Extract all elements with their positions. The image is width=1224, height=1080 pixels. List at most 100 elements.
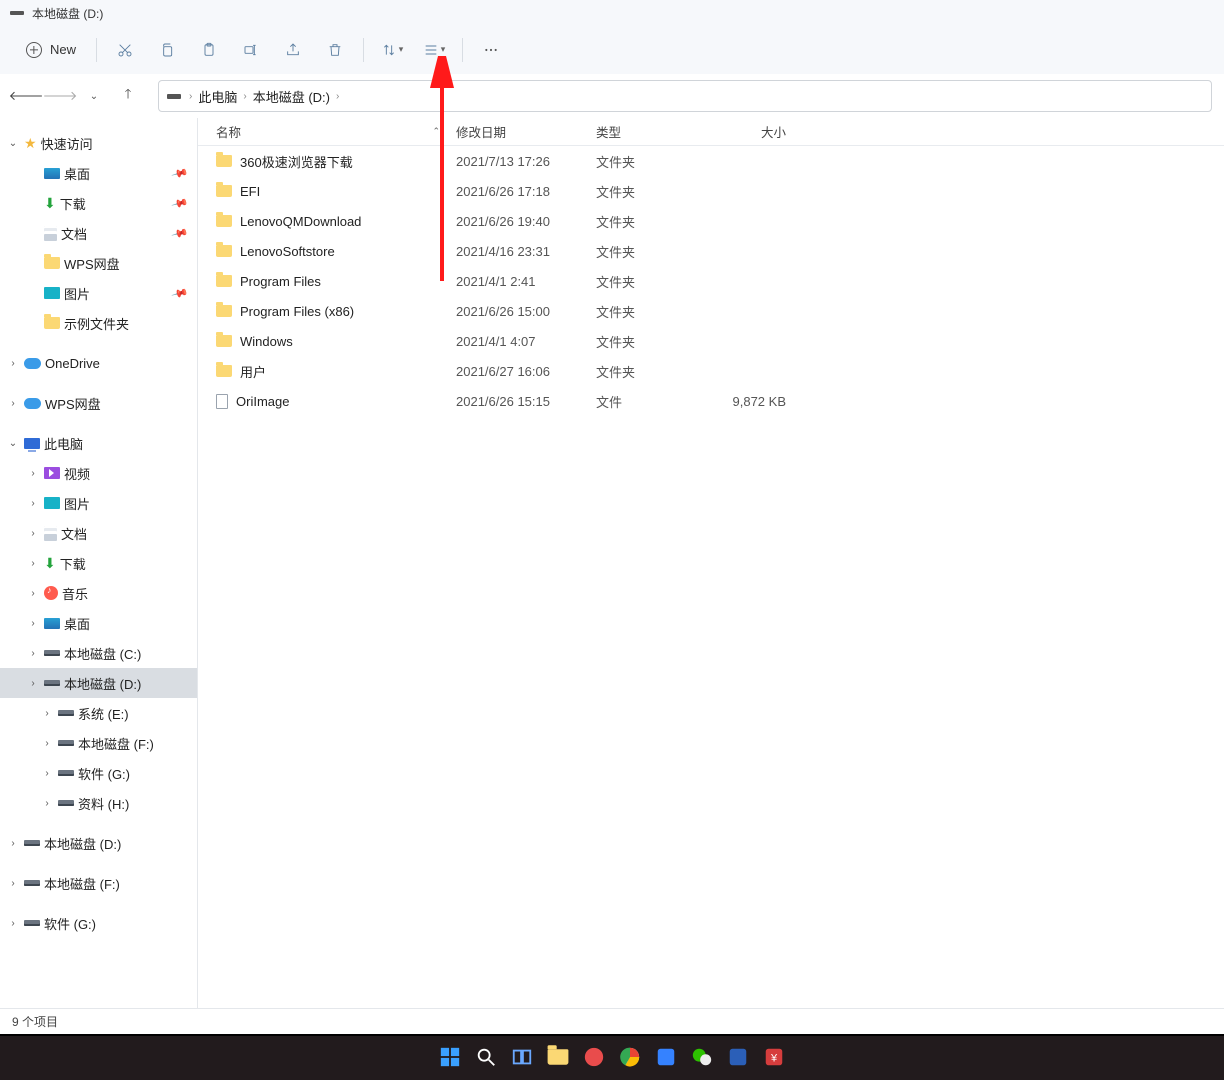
disk-icon (58, 770, 74, 776)
taskbar-wechat[interactable] (687, 1042, 717, 1072)
column-name[interactable]: 名称⌃ (216, 122, 456, 141)
chevron-down-icon: ▾ (399, 44, 404, 55)
view-button[interactable]: ▾ (414, 32, 454, 68)
sidebar-local-d2[interactable]: ›本地磁盘 (D:) (0, 828, 197, 858)
sidebar-sample-folder[interactable]: 示例文件夹 (0, 308, 197, 338)
column-type[interactable]: 类型 (596, 122, 706, 141)
sidebar-pictures2[interactable]: ›图片 (0, 488, 197, 518)
file-row[interactable]: Windows2021/4/1 4:07文件夹 (198, 326, 1224, 356)
chevron-right-icon: › (40, 768, 54, 779)
file-row[interactable]: LenovoSoftstore2021/4/16 23:31文件夹 (198, 236, 1224, 266)
file-row[interactable]: 用户2021/6/27 16:06文件夹 (198, 356, 1224, 386)
document-icon (44, 526, 57, 541)
file-date: 2021/4/1 2:41 (456, 274, 596, 289)
taskbar-explorer[interactable] (543, 1042, 573, 1072)
folder-icon (216, 275, 232, 287)
plus-icon (26, 42, 42, 58)
sidebar-videos[interactable]: ›视频 (0, 458, 197, 488)
sidebar-wps-netdisk[interactable]: WPS网盘 (0, 248, 197, 278)
file-name: OriImage (236, 394, 289, 409)
disk-icon (58, 710, 74, 716)
back-button[interactable]: 🡐 (12, 82, 40, 110)
taskbar-app-4[interactable]: ¥ (759, 1042, 789, 1072)
recent-locations-button[interactable]: ⌄ (80, 82, 108, 110)
delete-button[interactable] (315, 32, 355, 68)
breadcrumb[interactable]: › 此电脑 › 本地磁盘 (D:) › (158, 80, 1212, 112)
chevron-right-icon: › (26, 558, 40, 569)
new-button[interactable]: New (14, 32, 88, 68)
sidebar-local-f2[interactable]: ›本地磁盘 (F:) (0, 868, 197, 898)
sidebar-downloads[interactable]: ⬇下载📌 (0, 188, 197, 218)
sidebar-local-f[interactable]: › 本地磁盘 (F:) (0, 728, 197, 758)
sidebar-wps-netdisk2[interactable]: ›WPS网盘 (0, 388, 197, 418)
chevron-right-icon: › (26, 678, 40, 689)
file-row[interactable]: Program Files (x86)2021/6/26 15:00文件夹 (198, 296, 1224, 326)
chevron-right-icon: › (40, 738, 54, 749)
chevron-right-icon: › (26, 528, 40, 539)
more-button[interactable] (471, 32, 511, 68)
sidebar-item-label: 本地磁盘 (C:) (64, 644, 141, 663)
file-type: 文件夹 (596, 152, 706, 171)
sidebar-this-pc[interactable]: ⌄此电脑 (0, 428, 197, 458)
file-row[interactable]: OriImage2021/6/26 15:15文件9,872 KB (198, 386, 1224, 416)
copy-button[interactable] (147, 32, 187, 68)
sidebar-desktop[interactable]: 桌面📌 (0, 158, 197, 188)
file-date: 2021/6/26 19:40 (456, 214, 596, 229)
sidebar-item-label: OneDrive (45, 356, 100, 371)
taskbar-app-2[interactable] (651, 1042, 681, 1072)
folder-icon (44, 317, 60, 329)
search-button[interactable] (471, 1042, 501, 1072)
task-view-button[interactable] (507, 1042, 537, 1072)
pin-icon: 📌 (171, 284, 189, 302)
sort-button[interactable]: ▾ (372, 32, 412, 68)
chevron-right-icon: › (40, 798, 54, 809)
sidebar-item-label: 快速访问 (41, 134, 93, 153)
folder-icon (216, 185, 232, 197)
cut-button[interactable] (105, 32, 145, 68)
forward-button[interactable]: 🡒 (46, 82, 74, 110)
sidebar-data-h[interactable]: ›资料 (H:) (0, 788, 197, 818)
up-button[interactable]: 🡑 (114, 82, 142, 110)
sidebar-item-label: 文档 (61, 524, 87, 543)
column-modified[interactable]: 修改日期 (456, 122, 596, 141)
rename-button[interactable] (231, 32, 271, 68)
folder-icon (216, 245, 232, 257)
share-button[interactable] (273, 32, 313, 68)
sidebar-item-label: 图片 (64, 494, 90, 513)
sidebar-pictures[interactable]: 图片📌 (0, 278, 197, 308)
taskbar-app-3[interactable] (723, 1042, 753, 1072)
sidebar-system-e[interactable]: ›系统 (E:) (0, 698, 197, 728)
paste-button[interactable] (189, 32, 229, 68)
file-row[interactable]: Program Files2021/4/1 2:41文件夹 (198, 266, 1224, 296)
chevron-down-icon: ▾ (441, 44, 446, 55)
file-row[interactable]: EFI2021/6/26 17:18文件夹 (198, 176, 1224, 206)
sidebar-documents[interactable]: 文档📌 (0, 218, 197, 248)
sidebar-item-label: 本地磁盘 (F:) (78, 734, 154, 753)
chevron-right-icon: › (26, 468, 40, 479)
start-button[interactable] (435, 1042, 465, 1072)
window-icon (10, 11, 24, 15)
chevron-right-icon: › (40, 708, 54, 719)
sidebar-quick-access[interactable]: ⌄★快速访问 (0, 128, 197, 158)
sidebar-software-g[interactable]: ›软件 (G:) (0, 758, 197, 788)
column-size[interactable]: 大小 (706, 122, 816, 141)
sidebar-documents2[interactable]: › 文档 (0, 518, 197, 548)
file-row[interactable]: 360极速浏览器下载2021/7/13 17:26文件夹 (198, 146, 1224, 176)
sidebar-onedrive[interactable]: ›OneDrive (0, 348, 197, 378)
new-button-label: New (50, 42, 76, 57)
chevron-right-icon: › (6, 398, 20, 409)
sidebar-downloads2[interactable]: ›⬇下载 (0, 548, 197, 578)
document-icon (44, 226, 57, 241)
breadcrumb-root[interactable]: 此电脑 (198, 87, 237, 106)
sidebar-local-c[interactable]: ›本地磁盘 (C:) (0, 638, 197, 668)
sidebar-music[interactable]: ›音乐 (0, 578, 197, 608)
taskbar-chrome[interactable] (615, 1042, 645, 1072)
disk-icon (167, 94, 181, 99)
sidebar-software-g2[interactable]: ›软件 (G:) (0, 908, 197, 938)
breadcrumb-current[interactable]: 本地磁盘 (D:) (253, 87, 330, 106)
file-type: 文件夹 (596, 362, 706, 381)
sidebar-desktop2[interactable]: ›桌面 (0, 608, 197, 638)
file-row[interactable]: LenovoQMDownload2021/6/26 19:40文件夹 (198, 206, 1224, 236)
sidebar-local-d[interactable]: ›本地磁盘 (D:) (0, 668, 197, 698)
taskbar-app-1[interactable] (579, 1042, 609, 1072)
